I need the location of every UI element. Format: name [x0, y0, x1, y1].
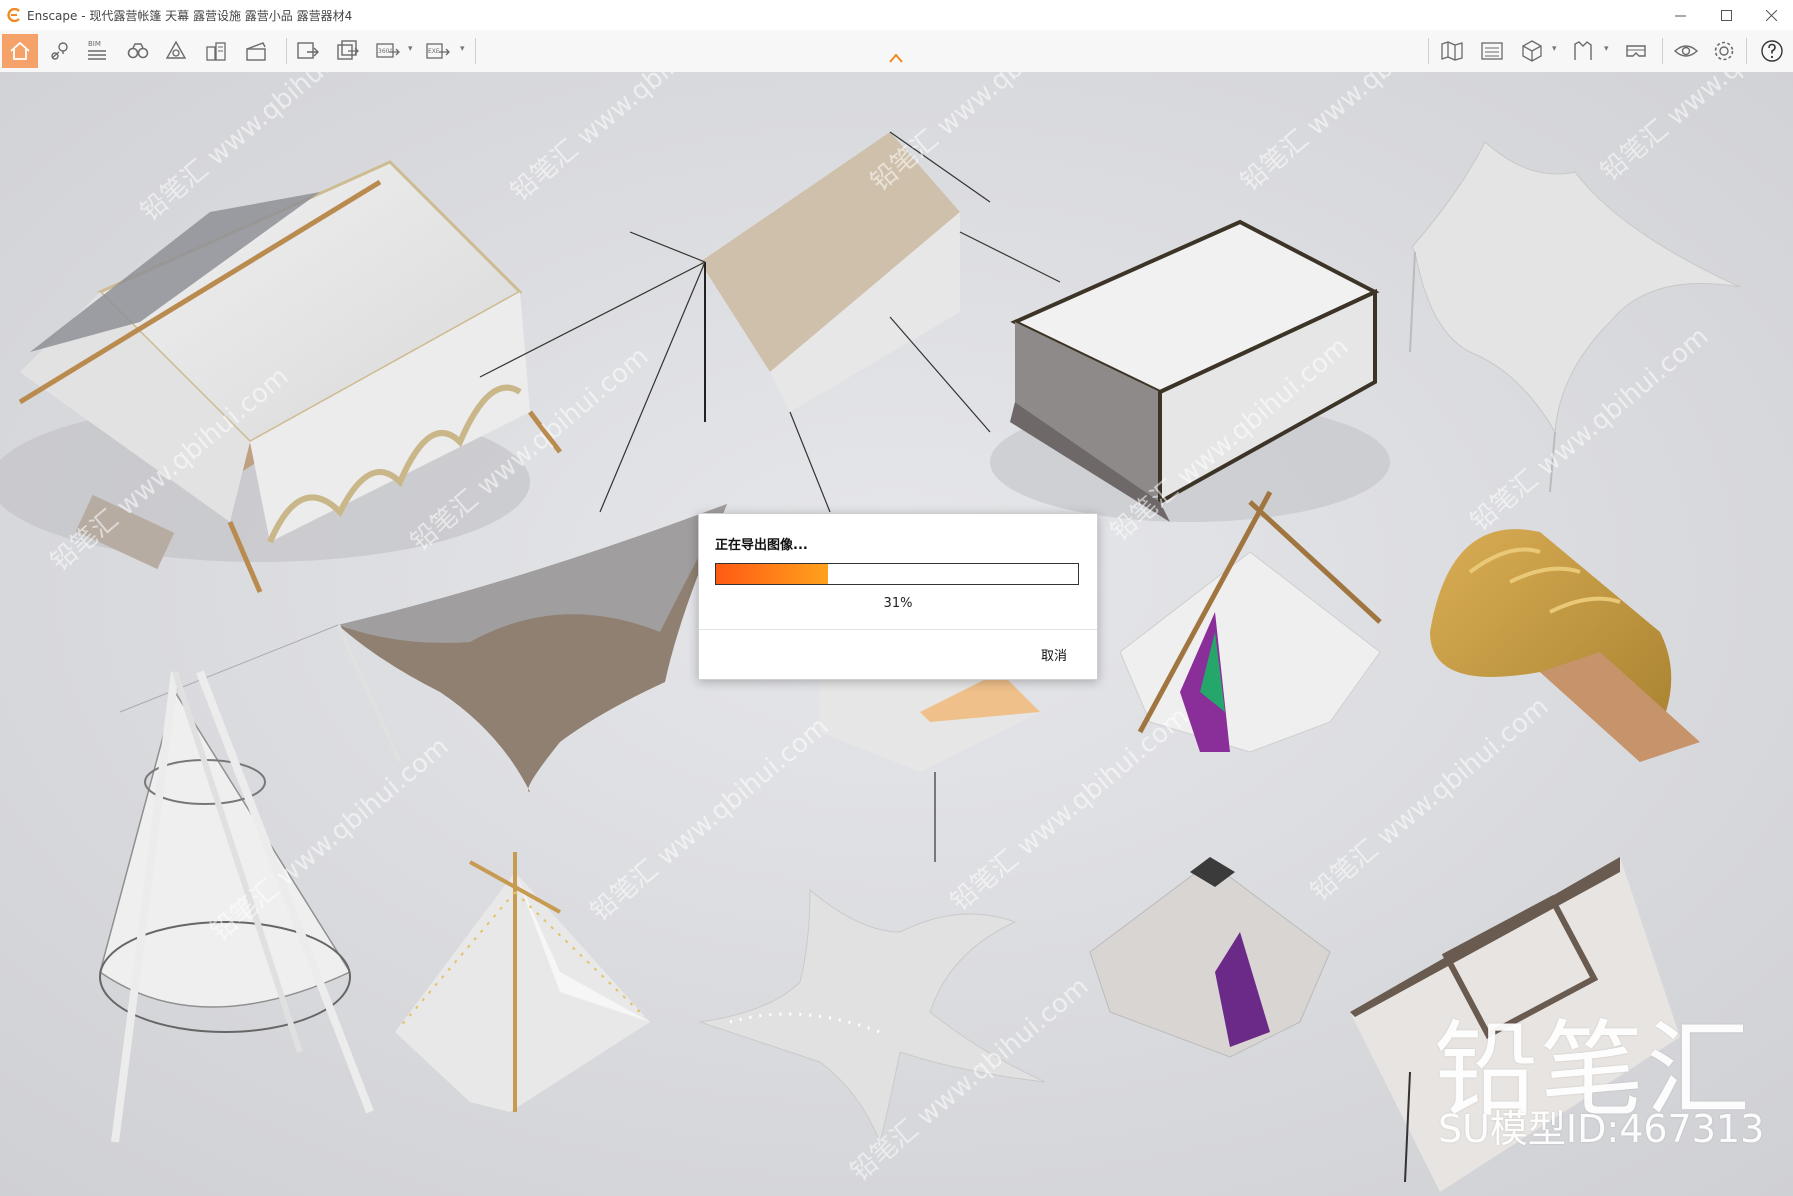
maximize-button[interactable] [1703, 0, 1749, 30]
home-button[interactable] [2, 34, 38, 68]
orbit-icon [165, 40, 187, 59]
view-management-button[interactable] [42, 34, 78, 68]
layers-icon [1481, 42, 1503, 60]
screenshot-icon [297, 42, 319, 59]
binoculars-icon [127, 43, 149, 59]
location-pin-icon [51, 42, 68, 60]
asset-library-button[interactable] [1566, 34, 1602, 68]
bim-list-icon: BIM [88, 40, 106, 60]
model-id-watermark: SU模型ID:467313 [1438, 1107, 1765, 1151]
collapse-toolbar-icon[interactable] [888, 52, 904, 64]
panorama-icon: 360° [376, 43, 400, 58]
minimize-button[interactable] [1657, 0, 1703, 30]
settings-button[interactable] [1706, 34, 1742, 68]
minimize-icon [1674, 15, 1686, 16]
toolbar-separator [1428, 38, 1429, 64]
export-exe-button[interactable]: EXE [420, 34, 456, 68]
visibility-icon [1673, 45, 1699, 57]
vr-headset-icon [1626, 45, 1646, 57]
toolbar-separator [1746, 38, 1747, 64]
maximize-icon [1720, 9, 1732, 21]
material-button[interactable] [1514, 34, 1550, 68]
upload-button[interactable] [1474, 34, 1510, 68]
map-button[interactable] [1434, 34, 1470, 68]
visual-settings-button[interactable] [1668, 34, 1704, 68]
walk-mode-button[interactable] [120, 34, 156, 68]
close-button[interactable] [1748, 0, 1793, 30]
panorama-button[interactable]: 360° [370, 34, 406, 68]
buildings-icon [206, 42, 226, 61]
orbit-button[interactable] [158, 34, 194, 68]
progress-bar-fill [716, 564, 829, 584]
settings-icon [1714, 41, 1734, 61]
bim-label: BIM [88, 40, 101, 48]
export-progress-dialog: 正在导出图像... 31% 取消 [698, 513, 1098, 680]
help-icon [1761, 40, 1783, 62]
toolbar-separator [475, 38, 476, 64]
map-icon [1441, 41, 1463, 61]
batch-render-icon [337, 40, 359, 60]
video-editor-button[interactable] [238, 34, 274, 68]
bim-button[interactable]: BIM [80, 34, 116, 68]
close-icon [1765, 9, 1777, 21]
dialog-title: 正在导出图像... [715, 538, 808, 553]
export-exe-icon: EXE [426, 43, 450, 59]
sync-button[interactable] [198, 34, 234, 68]
enscape-logo-icon [7, 8, 20, 22]
home-icon [10, 41, 30, 60]
progress-percentage: 31% [883, 596, 913, 611]
exe-label: EXE [428, 48, 440, 55]
chevron-down-icon[interactable]: ▾ [408, 44, 418, 58]
vr-button[interactable] [1618, 34, 1654, 68]
batch-render-button[interactable] [330, 34, 366, 68]
screenshot-button[interactable] [290, 34, 326, 68]
chevron-down-icon[interactable]: ▾ [1552, 44, 1562, 58]
window-title: Enscape - 现代露营帐篷 天幕 露营设施 露营小品 露营器材4 [27, 8, 353, 23]
title-bar: Enscape - 现代露营帐篷 天幕 露营设施 露营小品 露营器材4 [0, 0, 1793, 31]
toolbar-separator [286, 38, 287, 64]
asset-library-icon [1574, 41, 1592, 60]
chevron-down-icon[interactable]: ▾ [1604, 44, 1614, 58]
progress-bar [715, 563, 1079, 585]
toolbar-separator [1662, 38, 1663, 64]
clapper-icon [246, 42, 266, 61]
cancel-button[interactable]: 取消 [1041, 645, 1067, 664]
chevron-down-icon[interactable]: ▾ [460, 44, 470, 58]
dialog-divider [699, 629, 1097, 630]
help-button[interactable] [1754, 34, 1790, 68]
cube-icon [1522, 40, 1542, 62]
